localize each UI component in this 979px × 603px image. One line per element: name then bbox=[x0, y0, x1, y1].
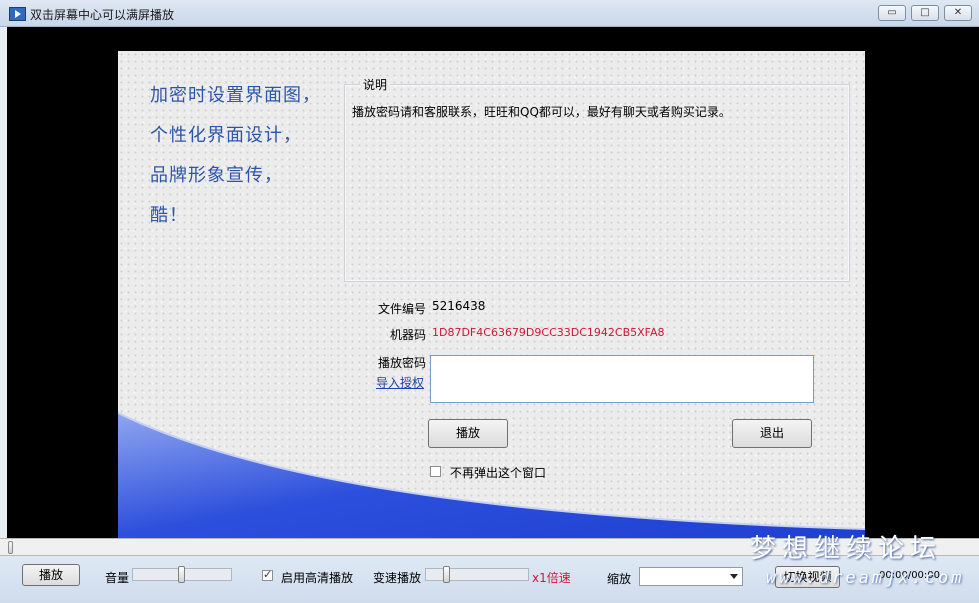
password-input[interactable] bbox=[430, 355, 814, 403]
forum-url-watermark: www.dreamjx.com bbox=[766, 568, 965, 588]
import-license-link[interactable]: 导入授权 bbox=[376, 374, 424, 391]
maximize-button[interactable]: □ bbox=[911, 5, 939, 21]
panel-play-button[interactable]: 播放 bbox=[428, 419, 508, 448]
exit-button[interactable]: 退出 bbox=[732, 419, 812, 448]
slogan-line-4: 酷！ bbox=[150, 205, 188, 226]
speed-slider[interactable] bbox=[425, 568, 529, 581]
hd-checkbox[interactable] bbox=[262, 568, 273, 581]
maximize-icon: □ bbox=[920, 7, 930, 18]
close-icon: ✕ bbox=[953, 7, 963, 18]
title-bar: 双击屏幕中心可以满屏播放 ▭ □ ✕ bbox=[0, 0, 979, 27]
seek-handle[interactable] bbox=[8, 541, 13, 554]
minimize-button[interactable]: ▭ bbox=[878, 5, 906, 21]
slogan-line-2: 个性化界面设计， bbox=[150, 125, 302, 146]
play-button[interactable]: 播放 bbox=[22, 564, 80, 586]
scale-select[interactable] bbox=[639, 567, 743, 586]
slogan-line-1: 加密时设置界面图， bbox=[150, 85, 321, 106]
volume-handle[interactable] bbox=[178, 566, 185, 583]
description-group-title: 说明 bbox=[360, 76, 391, 93]
password-panel: 加密时设置界面图， 个性化界面设计， 品牌形象宣传， 酷！ 说明 播放密码请和客… bbox=[118, 51, 865, 550]
speed-label: 变速播放 bbox=[373, 571, 422, 585]
speed-handle[interactable] bbox=[443, 566, 450, 583]
minimize-icon: ▭ bbox=[887, 7, 897, 18]
speed-value: x1倍速 bbox=[532, 571, 571, 585]
window-title: 双击屏幕中心可以满屏播放 bbox=[30, 8, 175, 22]
slogan-line-3: 品牌形象宣传， bbox=[150, 165, 283, 186]
hd-label: 启用高清播放 bbox=[281, 571, 354, 585]
no-popup-label: 不再弹出这个窗口 bbox=[450, 466, 547, 480]
file-number-label: 文件编号 bbox=[378, 302, 427, 316]
volume-label: 音量 bbox=[105, 571, 130, 585]
chevron-down-icon bbox=[730, 574, 738, 579]
password-label: 播放密码 bbox=[378, 356, 427, 370]
scale-label: 缩放 bbox=[607, 572, 632, 586]
app-icon bbox=[9, 7, 26, 21]
no-popup-checkbox[interactable] bbox=[430, 466, 441, 477]
machine-code-label: 机器码 bbox=[390, 328, 427, 342]
forum-watermark: 梦想继续论坛 bbox=[750, 534, 943, 564]
description-text: 播放密码请和客服联系，旺旺和QQ都可以，最好有聊天或者购买记录。 bbox=[352, 105, 731, 119]
close-button[interactable]: ✕ bbox=[944, 5, 972, 21]
machine-code-value: 1D87DF4C63679D9CC33DC1942CB5XFA8 bbox=[432, 326, 665, 339]
file-number-value: 5216438 bbox=[432, 299, 486, 313]
